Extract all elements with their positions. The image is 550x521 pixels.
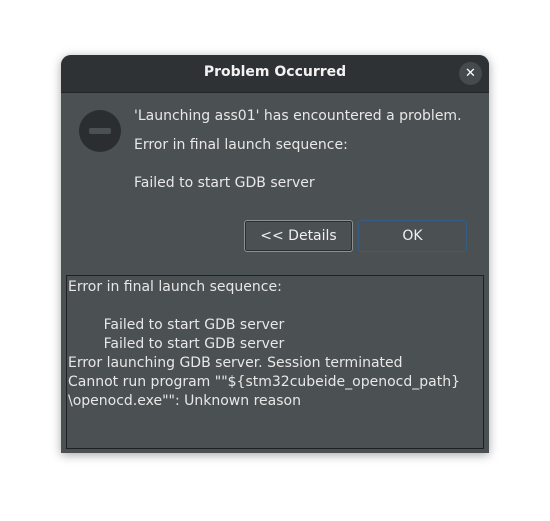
details-line: Error in final launch sequence: [68, 279, 282, 295]
dialog-titlebar[interactable]: Problem Occurred ✕ [61, 55, 489, 93]
error-stop-icon [79, 110, 121, 152]
ok-button[interactable]: OK [358, 220, 467, 252]
problem-dialog: Problem Occurred ✕ 'Launching ass01' has… [61, 55, 489, 453]
error-icon-bar [89, 128, 111, 134]
dialog-title: Problem Occurred [203, 64, 347, 80]
details-line [68, 297, 483, 316]
message-line-2: Failed to start GDB server [134, 175, 315, 191]
details-line: Error launching GDB server. Session term… [68, 355, 403, 371]
close-icon[interactable]: ✕ [459, 62, 482, 85]
details-line: \openocd.exe"": Unknown reason [68, 393, 301, 409]
message-title: 'Launching ass01' has encountered a prob… [134, 108, 462, 124]
details-text-area[interactable]: Error in final launch sequence: Failed t… [66, 275, 484, 449]
message-line-1: Error in final launch sequence: [134, 137, 348, 153]
details-button[interactable]: << Details [244, 220, 353, 252]
details-line: Cannot run program ""${stm32cubeide_open… [68, 374, 460, 390]
details-line: Failed to start GDB server [68, 317, 285, 333]
details-line: Failed to start GDB server [68, 336, 285, 352]
